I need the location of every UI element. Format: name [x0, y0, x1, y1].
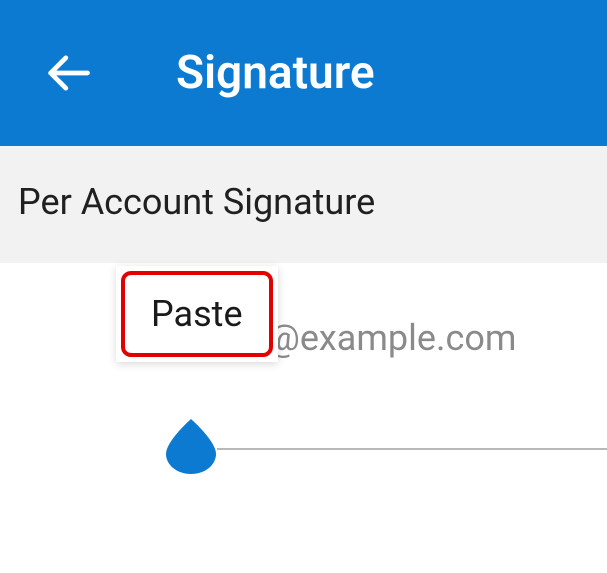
- section-title: Per Account Signature: [18, 181, 589, 223]
- input-underline: [217, 448, 607, 450]
- text-cursor-handle[interactable]: [166, 419, 216, 474]
- content-area: il@example.com: [0, 263, 607, 303]
- back-arrow-icon[interactable]: [42, 47, 94, 99]
- email-field-text[interactable]: il@example.com: [250, 317, 516, 359]
- page-title: Signature: [176, 46, 375, 100]
- paste-button[interactable]: Paste: [121, 271, 273, 357]
- app-header: Signature: [0, 0, 607, 146]
- context-menu: Paste: [116, 266, 278, 362]
- section-header: Per Account Signature: [0, 146, 607, 263]
